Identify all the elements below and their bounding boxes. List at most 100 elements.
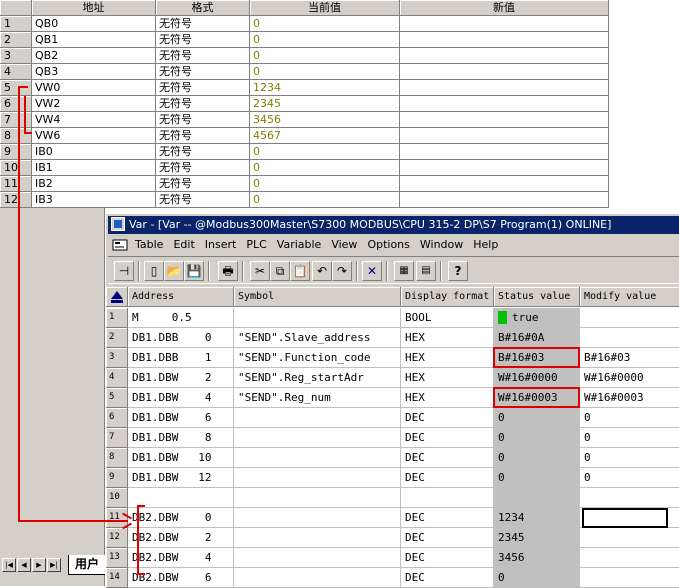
format-cell[interactable]: HEX bbox=[401, 388, 494, 408]
menu-edit[interactable]: Edit bbox=[168, 235, 199, 254]
window-titlebar[interactable]: Var - [Var -- @Modbus300Master\S7300 MOD… bbox=[108, 216, 679, 234]
address-cell[interactable]: QB3 bbox=[32, 64, 156, 80]
format-cell[interactable]: 无符号 bbox=[156, 80, 250, 96]
format-cell[interactable]: 无符号 bbox=[156, 176, 250, 192]
format-cell[interactable]: BOOL bbox=[401, 308, 494, 328]
symbol-cell[interactable]: "SEND".Function_code bbox=[234, 348, 401, 368]
status-cell[interactable] bbox=[494, 488, 580, 508]
address-cell[interactable]: VW4 bbox=[32, 112, 156, 128]
menu-view[interactable]: View bbox=[326, 235, 362, 254]
new-cell[interactable] bbox=[400, 80, 609, 96]
address-cell[interactable]: DB1.DBW 8 bbox=[128, 428, 234, 448]
format-cell[interactable] bbox=[401, 488, 494, 508]
address-cell[interactable]: DB2.DBW 0 bbox=[128, 508, 234, 528]
status-cell[interactable]: 2345 bbox=[494, 528, 580, 548]
new-cell[interactable] bbox=[400, 112, 609, 128]
delete-icon[interactable]: ✕ bbox=[362, 261, 382, 281]
format-cell[interactable]: 无符号 bbox=[156, 160, 250, 176]
address-cell[interactable]: M 0.5 bbox=[128, 308, 234, 328]
online-icon[interactable]: ▦ bbox=[394, 261, 414, 281]
nav-first-icon[interactable]: |◀ bbox=[2, 558, 16, 572]
column-header[interactable]: 地址 bbox=[32, 0, 156, 16]
value-cell[interactable]: 0 bbox=[250, 176, 400, 192]
address-cell[interactable]: VW0 bbox=[32, 80, 156, 96]
modify-cell[interactable]: 0 bbox=[580, 408, 679, 428]
new-cell[interactable] bbox=[400, 144, 609, 160]
new-cell[interactable] bbox=[400, 64, 609, 80]
menu-variable[interactable]: Variable bbox=[272, 235, 327, 254]
address-cell[interactable]: DB1.DBB 0 bbox=[128, 328, 234, 348]
format-cell[interactable]: 无符号 bbox=[156, 128, 250, 144]
column-header[interactable]: 格式 bbox=[156, 0, 250, 16]
value-cell[interactable]: 0 bbox=[250, 32, 400, 48]
status-cell[interactable]: 0 bbox=[494, 468, 580, 488]
pin-icon[interactable]: ⊣ bbox=[114, 261, 134, 281]
column-header[interactable]: Symbol bbox=[234, 287, 401, 307]
value-cell[interactable]: 0 bbox=[250, 144, 400, 160]
address-cell[interactable]: DB1.DBW 6 bbox=[128, 408, 234, 428]
save-icon[interactable]: 💾 bbox=[184, 261, 204, 281]
new-cell[interactable] bbox=[400, 32, 609, 48]
modify-cell[interactable] bbox=[580, 308, 679, 328]
format-cell[interactable]: DEC bbox=[401, 508, 494, 528]
value-cell[interactable]: 0 bbox=[250, 64, 400, 80]
modify-cell[interactable]: W#16#0000 bbox=[580, 368, 679, 388]
symbol-cell[interactable]: "SEND".Reg_startAdr bbox=[234, 368, 401, 388]
format-cell[interactable]: HEX bbox=[401, 348, 494, 368]
menu-options[interactable]: Options bbox=[362, 235, 414, 254]
address-cell[interactable]: DB2.DBW 6 bbox=[128, 568, 234, 588]
status-cell[interactable]: B#16#0A bbox=[494, 328, 580, 348]
symbol-cell[interactable] bbox=[234, 428, 401, 448]
menu-table[interactable]: Table bbox=[130, 235, 168, 254]
modify-cell[interactable] bbox=[580, 568, 679, 588]
address-cell[interactable]: QB1 bbox=[32, 32, 156, 48]
print-icon[interactable]: 🖶 bbox=[218, 261, 238, 281]
format-cell[interactable]: DEC bbox=[401, 528, 494, 548]
new-cell[interactable] bbox=[400, 160, 609, 176]
address-cell[interactable]: DB1.DBW 10 bbox=[128, 448, 234, 468]
format-cell[interactable]: DEC bbox=[401, 548, 494, 568]
address-cell[interactable]: IB0 bbox=[32, 144, 156, 160]
address-cell[interactable]: VW6 bbox=[32, 128, 156, 144]
new-icon[interactable]: ▯ bbox=[144, 261, 164, 281]
format-cell[interactable]: 无符号 bbox=[156, 112, 250, 128]
menu-plc[interactable]: PLC bbox=[241, 235, 271, 254]
modify-cell[interactable]: 0 bbox=[580, 468, 679, 488]
monitor-icon[interactable]: ▤ bbox=[416, 261, 436, 281]
value-cell[interactable]: 0 bbox=[250, 48, 400, 64]
cut-icon[interactable]: ✂ bbox=[250, 261, 270, 281]
value-cell[interactable]: 3456 bbox=[250, 112, 400, 128]
address-cell[interactable]: IB3 bbox=[32, 192, 156, 208]
format-cell[interactable]: 无符号 bbox=[156, 64, 250, 80]
symbol-cell[interactable]: "SEND".Slave_address bbox=[234, 328, 401, 348]
column-header[interactable]: Display format bbox=[401, 287, 494, 307]
new-cell[interactable] bbox=[400, 192, 609, 208]
copy-icon[interactable]: ⧉ bbox=[270, 261, 290, 281]
status-cell[interactable]: true bbox=[494, 308, 580, 328]
menu-insert[interactable]: Insert bbox=[200, 235, 242, 254]
status-cell[interactable]: 0 bbox=[494, 408, 580, 428]
address-cell[interactable]: IB1 bbox=[32, 160, 156, 176]
modify-cell[interactable]: B#16#03 bbox=[580, 348, 679, 368]
new-cell[interactable] bbox=[400, 176, 609, 192]
new-cell[interactable] bbox=[400, 16, 609, 32]
symbol-cell[interactable] bbox=[234, 408, 401, 428]
column-header[interactable]: Address bbox=[128, 287, 234, 307]
symbol-cell[interactable] bbox=[234, 488, 401, 508]
modify-cell[interactable] bbox=[580, 548, 679, 568]
format-cell[interactable]: 无符号 bbox=[156, 16, 250, 32]
address-cell[interactable]: DB1.DBW 2 bbox=[128, 368, 234, 388]
column-header[interactable]: 新值 bbox=[400, 0, 609, 16]
status-cell[interactable]: W#16#0000 bbox=[494, 368, 580, 388]
address-cell[interactable]: DB1.DBB 1 bbox=[128, 348, 234, 368]
format-cell[interactable]: DEC bbox=[401, 428, 494, 448]
active-edit-cell[interactable] bbox=[582, 508, 668, 528]
modify-cell[interactable]: 0 bbox=[580, 448, 679, 468]
format-cell[interactable]: 无符号 bbox=[156, 192, 250, 208]
format-cell[interactable]: DEC bbox=[401, 448, 494, 468]
value-cell[interactable]: 4567 bbox=[250, 128, 400, 144]
symbol-cell[interactable] bbox=[234, 508, 401, 528]
symbol-cell[interactable] bbox=[234, 448, 401, 468]
address-cell[interactable]: IB2 bbox=[32, 176, 156, 192]
symbol-cell[interactable] bbox=[234, 308, 401, 328]
